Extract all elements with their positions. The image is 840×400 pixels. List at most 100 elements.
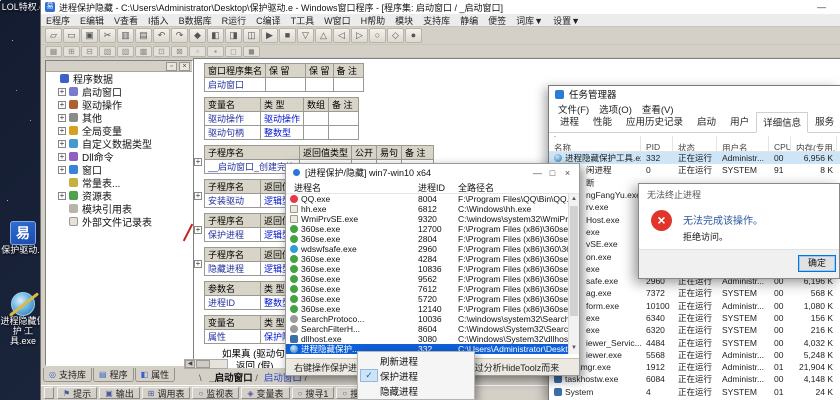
task-manager-tab[interactable]: 服务 [808,111,840,132]
horizontal-scrollbar[interactable]: ◀ [184,359,228,369]
ok-button[interactable]: 确定 [798,255,836,272]
process-row[interactable]: QQ.exe 8004 F:\Program Files\QQ\Bin\QQ.e… [286,194,568,204]
process-row[interactable]: 360se.exe 12140 F:\Program Files (x86)\3… [286,304,568,314]
redo-button[interactable]: ↷ [171,28,188,43]
fold-marker-icon[interactable]: + [194,158,202,166]
context-menu-item[interactable]: ✓ 保护进程 [358,368,474,383]
menu-item[interactable]: V查看 [109,14,143,27]
process-row[interactable]: wdswfsafe.exe 2960 F:\Program Files (x86… [286,244,568,254]
process-row[interactable]: exe 6320 正在运行 SYSTEM 00 216 K [549,324,840,336]
statusbar-button[interactable]: ○ 搜寻1 [292,387,335,399]
compile-button[interactable]: ◆ [189,28,206,43]
menu-item[interactable]: 便签 [483,14,511,27]
insert-row-button[interactable]: ⊞ [63,46,80,57]
table-button[interactable]: ▦ [45,46,62,57]
menu-item[interactable]: 静编 [455,14,483,27]
expand-icon[interactable] [58,218,66,226]
tree-item[interactable]: + 驱动操作 [46,98,192,111]
process-row[interactable]: ag.exe 7372 正在运行 SYSTEM 00 568 K [549,287,840,299]
panel-tab[interactable]: ◧ 属性 [135,368,176,382]
statusbar-button[interactable]: ○ 监视表 [192,387,239,399]
expand-icon[interactable] [58,205,66,213]
run-button[interactable]: ▶ [261,28,278,43]
process-row[interactable]: taskmgr.exe 1912 正在运行 Administr... 01 21… [549,361,840,373]
expand-icon[interactable]: + [58,101,66,109]
close-icon[interactable]: × [179,62,190,71]
column-header[interactable]: 状态 [673,136,717,151]
code-table[interactable]: 变量名类 型数组备 注驱动操作驱动操作驱动句柄整数型 [204,97,359,140]
small-3-button[interactable]: ◻ [225,46,242,57]
column-header[interactable]: 进程ID [418,181,458,194]
vertical-scrollbar[interactable]: ▲ ▼ [568,194,579,354]
column-header[interactable]: 进程名 [286,181,418,194]
process-row[interactable]: iewer.exe 5568 正在运行 Administr... 00 5,24… [549,349,840,361]
expand-icon[interactable]: + [58,127,66,135]
find-button[interactable]: ● [405,28,422,43]
cell-button[interactable]: ⊡ [153,46,170,57]
code-cell[interactable] [333,78,363,92]
column-header[interactable]: PID [641,136,673,151]
new-button[interactable]: ▱ [45,28,62,43]
close-icon[interactable]: × [560,168,575,178]
column-header[interactable]: CPU [769,136,791,151]
code-cell[interactable] [306,78,334,92]
process-row[interactable]: 360se.exe 9562 F:\Program Files (x86)\36… [286,274,568,284]
fold-marker-icon[interactable]: + [194,260,202,268]
process-row[interactable]: WmiPrvSE.exe 9320 C:\windows\system32\Wm… [286,214,568,224]
menu-item[interactable]: 词库▼ [511,14,548,27]
stop-button[interactable]: ■ [279,28,296,43]
expand-icon[interactable] [49,75,57,83]
process-row[interactable]: 360se.exe 4284 F:\Program Files (x86)\36… [286,254,568,264]
menu-item[interactable]: 支持库 [418,14,455,27]
scroll-up-icon[interactable]: ▲ [569,194,579,205]
statusbar-button[interactable]: ▣ 输出 [99,387,140,399]
expand-icon[interactable]: + [58,153,66,161]
expand-icon[interactable]: + [58,192,66,200]
process-row[interactable]: 360se.exe 7612 F:\Program Files (x86)\36… [286,284,568,294]
open-button[interactable]: ▭ [63,28,80,43]
code-cell[interactable]: 属性 [205,330,261,344]
process-row[interactable]: 360se.exe 5720 F:\Program Files (x86)\36… [286,294,568,304]
code-cell[interactable]: 驱动操作 [261,112,304,126]
menu-item[interactable]: H帮助 [356,14,391,27]
ide-title-bar[interactable]: 易 进程保护隐藏 - C:\Users\Administrator\Deskto… [41,0,840,14]
process-row[interactable]: SearchFilterH... 8604 C:\Windows\System3… [286,324,568,334]
context-menu-item[interactable]: 隐藏进程 [358,383,474,398]
scroll-left-icon[interactable]: ◀ [185,360,195,368]
debug-into-button[interactable]: ▷ [351,28,368,43]
fold-marker-icon[interactable]: + [194,192,202,200]
process-row[interactable]: form.exe 10100 正在运行 Administr... 00 1,08… [549,300,840,312]
task-manager-tab[interactable]: 性能 [586,111,619,132]
task-manager-tab[interactable]: 启动 [690,111,723,132]
panel-tab[interactable]: ◎ 支持库 [43,368,92,382]
scrollbar-thumb[interactable] [570,206,578,316]
menu-item[interactable]: C编译 [251,14,286,27]
menu-item[interactable]: 模块 [390,14,418,27]
process-row[interactable]: SearchProtoco... 10036 C:\windows\system… [286,314,568,324]
menu-item[interactable]: E程序 [41,14,75,27]
menu-item[interactable]: I插入 [143,14,174,27]
process-row[interactable]: taskhostw.exe 6084 正在运行 Administr... 00 … [549,373,840,385]
error-dialog-title[interactable]: 无法终止进程 [639,184,839,201]
cut-button[interactable]: ✂ [99,28,116,43]
menu-item[interactable]: W窗口 [319,14,356,27]
code-cell[interactable] [304,112,329,126]
pin-icon[interactable]: ▫ [166,62,177,71]
debug-reset-button[interactable]: ◇ [387,28,404,43]
process-row[interactable]: 360se.exe 2804 F:\Program Files (x86)\36… [286,234,568,244]
copy-button[interactable]: ▥ [117,28,134,43]
window-layout-2-button[interactable]: ◨ [225,28,242,43]
debug-out-button[interactable]: ◁ [333,28,350,43]
task-manager-tab[interactable]: 详细信息 [756,112,808,133]
process-row[interactable]: 360se.exe 10836 F:\Program Files (x86)\3… [286,264,568,274]
code-cell[interactable] [304,126,329,140]
breakpoint-button[interactable]: ○ [369,28,386,43]
panel-tab[interactable]: ▤ 程序 [93,368,134,382]
scroll-down-icon[interactable]: ▼ [569,343,579,354]
expand-icon[interactable] [58,179,66,187]
undo-button[interactable]: ↶ [153,28,170,43]
process-row[interactable]: 闲进程 0 正在运行 SYSTEM 91 8 K [549,164,840,176]
statusbar-button[interactable]: ◈ 变量表 [241,387,289,399]
statusbar-button[interactable]: ⊞ 调用表 [142,387,191,399]
menu-item[interactable]: E编辑 [75,14,109,27]
